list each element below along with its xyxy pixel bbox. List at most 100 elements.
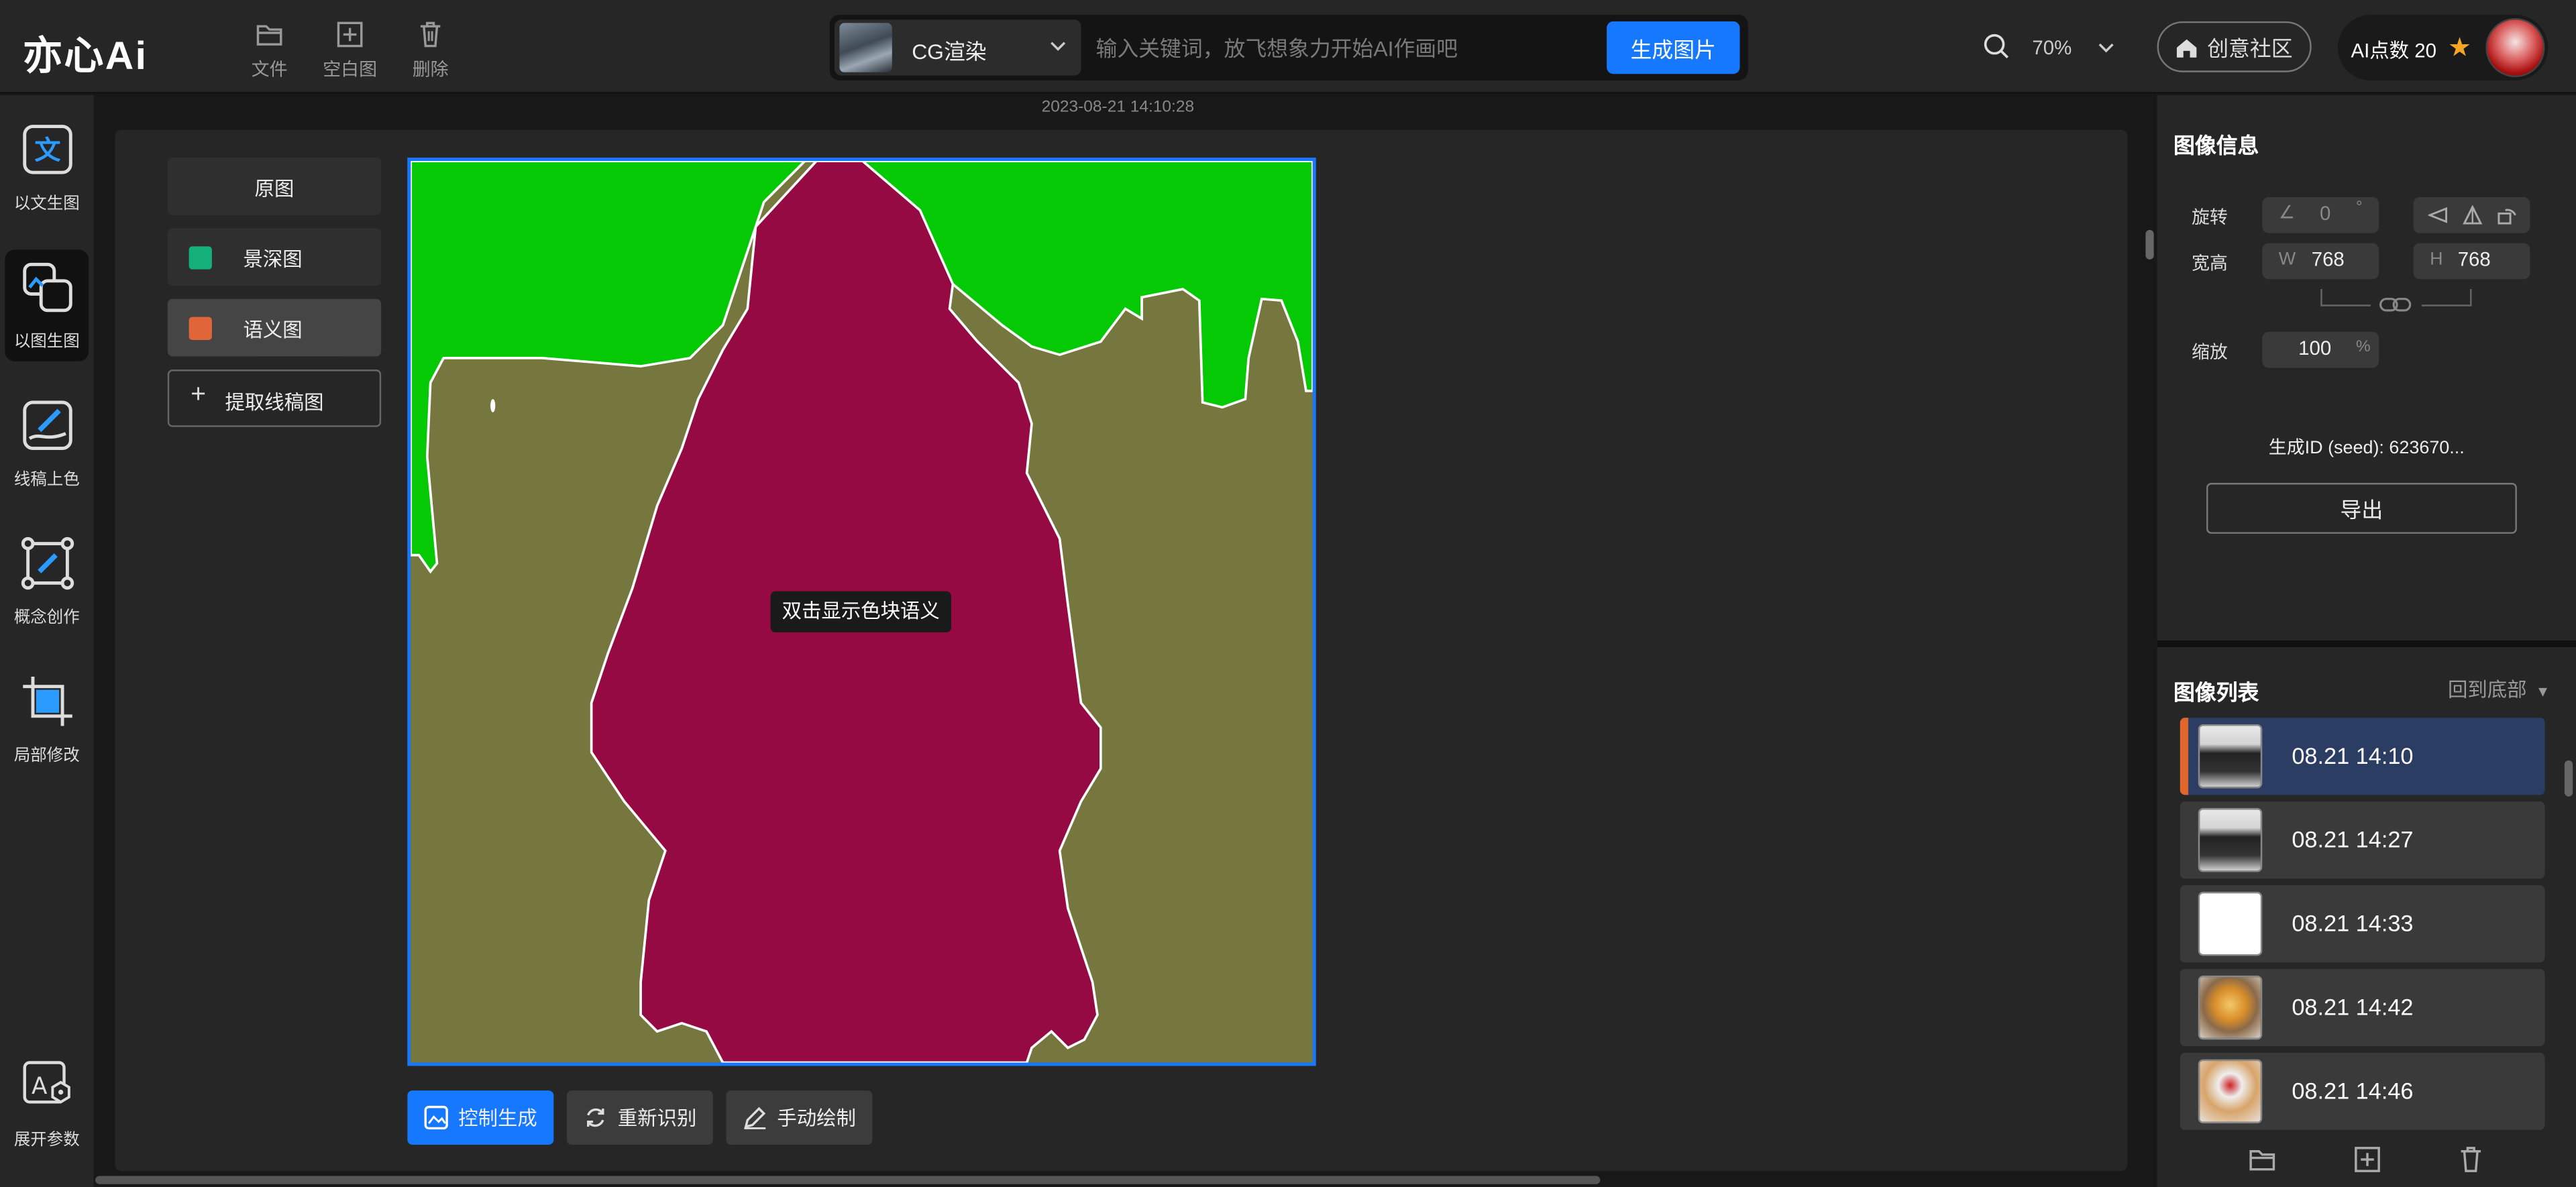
add-square-icon xyxy=(337,21,363,48)
list-item[interactable]: 08.21 14:42 xyxy=(2180,968,2545,1047)
community-label: 创意社区 xyxy=(2207,36,2293,61)
list-item-time: 08.21 14:27 xyxy=(2292,826,2414,853)
size-label: 宽高 xyxy=(2191,254,2228,274)
small-artifact xyxy=(490,399,496,412)
star-icon: ★ xyxy=(2448,34,2472,63)
rotate-icon[interactable] xyxy=(2497,205,2516,225)
add-square-icon[interactable] xyxy=(2353,1145,2382,1174)
control-generate-label: 控制生成 xyxy=(458,1107,537,1130)
list-item-time: 08.21 14:33 xyxy=(2292,909,2414,936)
selected-marker xyxy=(2180,718,2189,795)
scale-field[interactable]: 100 % xyxy=(2262,331,2379,368)
line-coloring-icon xyxy=(22,400,72,451)
points-badge[interactable]: AI点数 20 ★ xyxy=(2337,15,2548,81)
sidebar-item-local-edit[interactable]: 局部修改 xyxy=(5,663,89,775)
refresh-icon xyxy=(586,1108,604,1127)
list-item[interactable]: 08.21 14:33 xyxy=(2180,885,2545,963)
left-sidebar: 文 以文生图 以图生图 线稿上色 概念创作 局部修改 A 展开参数 xyxy=(0,95,94,1187)
list-item[interactable]: 08.21 14:46 xyxy=(2180,1052,2545,1130)
prompt-input[interactable] xyxy=(1095,27,1589,68)
folder-icon[interactable] xyxy=(2247,1145,2277,1174)
width-prefix: W xyxy=(2278,249,2296,270)
image-info-title: 图像信息 xyxy=(2174,133,2259,158)
list-item[interactable]: 08.21 14:10 xyxy=(2180,718,2545,795)
prompt-bar: CG渲染 生成图片 xyxy=(829,15,1748,81)
zoom-level[interactable]: 70% xyxy=(2032,36,2072,59)
search-icon[interactable] xyxy=(1983,33,2011,61)
semantic-swatch xyxy=(189,317,212,340)
canvas-vertical-scrollbar[interactable] xyxy=(2145,229,2154,260)
app-window: 亦心Ai 文件 空白图 删除 CG渲染 生成图片 70% 创意社 xyxy=(0,0,2576,1187)
horizontal-scrollbar[interactable] xyxy=(95,1176,1601,1184)
list-item[interactable]: 08.21 14:27 xyxy=(2180,801,2545,879)
top-bar: 亦心Ai 文件 空白图 删除 CG渲染 生成图片 70% 创意社 xyxy=(0,0,2576,94)
sidebar-item-text-to-image[interactable]: 文 以文生图 xyxy=(5,112,89,224)
sidebar-label: 概念创作 xyxy=(13,609,80,628)
model-name: CG渲染 xyxy=(912,39,987,64)
caret-down-icon: ▼ xyxy=(2535,683,2551,700)
concept-icon xyxy=(20,536,73,590)
avatar[interactable] xyxy=(2485,17,2545,78)
height-value: 768 xyxy=(2457,247,2491,272)
depth-swatch xyxy=(189,246,212,270)
file-button[interactable]: 文件 xyxy=(237,19,303,82)
to-bottom-label: 回到底部 xyxy=(2448,678,2527,701)
rotate-unit: ° xyxy=(2355,199,2363,217)
model-select[interactable]: CG渲染 xyxy=(835,19,1081,76)
params-icon: A xyxy=(22,1061,70,1104)
thumbnail xyxy=(2198,807,2263,872)
height-field[interactable]: H 768 xyxy=(2413,243,2530,280)
scale-unit: % xyxy=(2355,338,2371,357)
view-label: 语义图 xyxy=(243,319,303,342)
thumbnail xyxy=(2198,891,2263,956)
list-scrollbar[interactable] xyxy=(2564,760,2573,797)
sidebar-item-image-to-image[interactable]: 以图生图 xyxy=(5,249,89,361)
pencil-icon xyxy=(744,1107,766,1129)
view-original-button[interactable]: 原图 xyxy=(167,158,382,215)
svg-text:文: 文 xyxy=(34,136,60,166)
canvas-tooltip: 双击显示色块语义 xyxy=(770,591,951,632)
manual-draw-button[interactable]: 手动绘制 xyxy=(726,1090,873,1145)
plus-icon: + xyxy=(191,381,206,409)
angle-icon: ∠ xyxy=(2278,203,2295,224)
view-semantic-button[interactable]: 语义图 xyxy=(167,298,382,357)
sidebar-item-concept[interactable]: 概念创作 xyxy=(5,526,89,638)
flip-controls xyxy=(2413,196,2530,233)
export-button[interactable]: 导出 xyxy=(2206,483,2517,534)
extract-lineart-button[interactable]: + 提取线稿图 xyxy=(167,370,382,427)
sidebar-label: 局部修改 xyxy=(13,747,80,766)
rotate-value: 0 xyxy=(2319,202,2331,225)
trash-icon xyxy=(420,21,441,48)
thumbnail xyxy=(2198,975,2263,1040)
generate-button[interactable]: 生成图片 xyxy=(1607,21,1740,74)
blank-label: 空白图 xyxy=(323,60,378,81)
image-to-image-icon xyxy=(22,262,72,313)
thumbnail xyxy=(2198,724,2263,789)
list-item-time: 08.21 14:10 xyxy=(2292,742,2414,769)
redetect-label: 重新识别 xyxy=(617,1107,697,1130)
flip-vertical-icon[interactable] xyxy=(2463,205,2483,225)
sidebar-item-params[interactable]: A 展开参数 xyxy=(5,1048,89,1160)
flip-horizontal-icon[interactable] xyxy=(2428,205,2448,225)
blank-canvas-button[interactable]: 空白图 xyxy=(317,19,383,82)
app-logo: 亦心Ai xyxy=(23,34,148,79)
community-button[interactable]: 创意社区 xyxy=(2157,21,2312,72)
manual-draw-label: 手动绘制 xyxy=(777,1107,856,1130)
scroll-to-bottom-button[interactable]: 回到底部 ▼ xyxy=(2448,675,2551,703)
zoom-chevron-icon[interactable] xyxy=(2096,38,2116,57)
trash-icon[interactable] xyxy=(2456,1145,2485,1174)
image-list-title: 图像列表 xyxy=(2174,679,2259,705)
sidebar-item-line-coloring[interactable]: 线稿上色 xyxy=(5,388,89,500)
redetect-button[interactable]: 重新识别 xyxy=(566,1090,713,1145)
text-to-image-icon: 文 xyxy=(22,125,72,174)
rotate-field[interactable]: ∠ 0 ° xyxy=(2262,196,2379,233)
link-aspect-icon[interactable] xyxy=(2320,289,2473,319)
image-icon xyxy=(424,1105,448,1130)
width-field[interactable]: W 768 xyxy=(2262,243,2379,280)
control-generate-button[interactable]: 控制生成 xyxy=(407,1090,554,1145)
sidebar-label: 线稿上色 xyxy=(13,471,80,490)
view-depth-button[interactable]: 景深图 xyxy=(167,228,382,286)
delete-button[interactable]: 删除 xyxy=(398,19,464,82)
height-prefix: H xyxy=(2430,249,2443,270)
view-label: 原图 xyxy=(254,177,294,201)
